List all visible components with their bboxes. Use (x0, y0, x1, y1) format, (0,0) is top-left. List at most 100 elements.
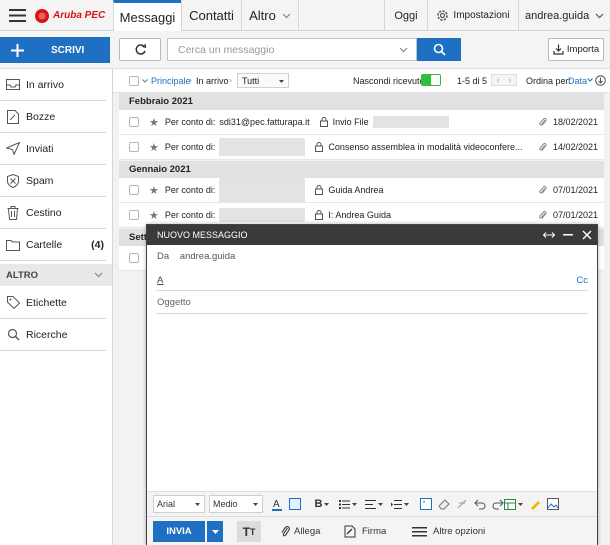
send-button[interactable]: INVIA (153, 521, 205, 542)
indent-icon[interactable] (389, 495, 411, 513)
today-label: Oggi (394, 9, 418, 22)
sidebar: In arrivo Bozze Inviati Spam Cestino Car… (0, 69, 113, 545)
filter-folder[interactable]: In arrivo (196, 76, 229, 86)
hide-read-toggle[interactable] (421, 74, 441, 86)
strikethrough-icon[interactable] (454, 495, 470, 513)
prev-page-icon[interactable]: ‹ (497, 75, 500, 85)
sidebar-item-drafts[interactable]: Bozze (0, 101, 106, 133)
message-row[interactable]: ★ Per conto di: Consenso assemblea in mo… (119, 135, 604, 160)
star-icon[interactable]: ★ (149, 116, 159, 129)
redacted-sender (219, 178, 306, 202)
star-icon[interactable]: ★ (149, 184, 159, 197)
signature-button[interactable]: Firma (344, 523, 386, 540)
chevron-down-icon[interactable] (399, 47, 408, 53)
tab-altro[interactable]: Altro (241, 0, 299, 31)
star-icon[interactable]: ★ (149, 141, 159, 154)
row-subject: Consenso assemblea in modalità videoconf… (328, 142, 523, 152)
refresh-icon (135, 43, 146, 55)
font-family-select[interactable]: Arial (153, 495, 205, 513)
text-format-icon[interactable]: TT (237, 521, 261, 542)
lock-icon (319, 117, 328, 127)
order-value[interactable]: Data (568, 76, 587, 86)
send-label: INVIA (166, 526, 192, 537)
tab-contatti[interactable]: Contatti (181, 0, 241, 31)
hamburger-menu-icon[interactable] (9, 9, 26, 22)
compose-button[interactable]: SCRIVI (0, 37, 110, 63)
search-button[interactable] (417, 38, 461, 61)
bold-icon[interactable]: B (311, 495, 333, 513)
settings-button[interactable]: Impostazioni (427, 0, 519, 31)
message-row[interactable]: ★ Per conto di: sdi31@pec.fatturapa.it I… (119, 110, 604, 135)
send-options-button[interactable] (207, 521, 223, 542)
row-checkbox[interactable] (129, 185, 139, 195)
import-button[interactable]: Importa (548, 38, 604, 61)
sidebar-item-folders[interactable]: Cartelle (4) (0, 229, 106, 261)
from-row: Da andrea.guida (157, 251, 235, 262)
sidebar-item-inbox[interactable]: In arrivo (0, 69, 106, 101)
send-icon (0, 142, 26, 155)
attach-button[interactable]: Allega (281, 523, 320, 540)
folder-icon (0, 239, 26, 251)
expand-icon[interactable] (543, 231, 555, 239)
trash-icon (0, 205, 26, 220)
refresh-button[interactable] (119, 38, 161, 61)
chevron-down-icon[interactable] (587, 78, 593, 82)
text-format-glyph: T (242, 524, 250, 539)
highlight-icon[interactable] (527, 495, 543, 513)
today-button[interactable]: Oggi (384, 0, 427, 31)
sidebar-item-label: Inviati (26, 142, 54, 155)
pagination-controls[interactable]: ‹ › (491, 74, 517, 86)
quote-icon[interactable]: " (418, 495, 434, 513)
minimize-icon[interactable] (563, 234, 573, 236)
filter-select[interactable]: Tutti (237, 73, 289, 88)
row-prefix: Per conto di: (164, 185, 216, 195)
row-checkbox[interactable] (129, 210, 139, 220)
search-input[interactable]: Cerca un messaggio (167, 38, 417, 61)
row-checkbox[interactable] (129, 117, 139, 127)
font-size-select[interactable]: Medio (209, 495, 263, 513)
sidebar-item-spam[interactable]: Spam (0, 165, 106, 197)
close-icon[interactable] (582, 230, 592, 240)
more-options-button[interactable]: Altre opzioni (412, 523, 485, 540)
star-icon[interactable]: ★ (149, 209, 159, 222)
user-menu[interactable]: andrea.guida (525, 0, 610, 31)
sidebar-item-label: Bozze (26, 110, 56, 123)
group-header: Gennaio 2021 (119, 161, 604, 178)
sort-direction-icon[interactable] (595, 75, 606, 86)
to-label[interactable]: A (157, 275, 163, 286)
toggle-knob (431, 75, 440, 85)
background-color-icon[interactable] (287, 495, 303, 513)
aruba-pec-logo[interactable]: Aruba PEC (34, 7, 106, 24)
cc-link[interactable]: Cc (576, 275, 588, 286)
next-page-icon[interactable]: › (509, 75, 512, 85)
text-color-icon[interactable]: A (269, 495, 285, 513)
row-date: 14/02/2021 (552, 142, 598, 152)
redacted-sender (219, 208, 306, 222)
insert-table-icon[interactable] (502, 495, 524, 513)
chevron-down-icon[interactable] (142, 79, 148, 83)
breadcrumb-chevron-icon: › (189, 75, 192, 85)
message-row[interactable]: ★ Per conto di: Guida Andrea 07/01/2021 (119, 178, 604, 203)
eraser-icon[interactable] (436, 495, 452, 513)
row-checkbox[interactable] (129, 253, 139, 263)
sidebar-item-sent[interactable]: Inviati (0, 133, 106, 165)
sidebar-item-labels[interactable]: Etichette (0, 287, 106, 319)
chevron-down-icon (595, 13, 604, 18)
filter-principal-link[interactable]: Principale (151, 76, 191, 86)
sidebar-item-searches[interactable]: Ricerche (0, 319, 106, 351)
align-icon[interactable] (363, 495, 385, 513)
select-all-checkbox[interactable] (129, 76, 139, 86)
signature-icon (344, 525, 356, 538)
to-field[interactable]: A Cc (156, 269, 588, 291)
sidebar-item-trash[interactable]: Cestino (0, 197, 106, 229)
row-subject: I: Andrea Guida (328, 210, 391, 220)
row-checkbox[interactable] (129, 142, 139, 152)
inbox-icon (0, 79, 26, 90)
section-altro[interactable]: ALTRO (0, 264, 112, 286)
undo-icon[interactable] (472, 495, 488, 513)
subject-field[interactable]: Oggetto (156, 292, 588, 314)
message-body[interactable] (156, 317, 588, 489)
tab-messaggi[interactable]: Messaggi (113, 0, 181, 32)
list-icon[interactable] (337, 495, 359, 513)
image-icon[interactable] (545, 495, 561, 513)
